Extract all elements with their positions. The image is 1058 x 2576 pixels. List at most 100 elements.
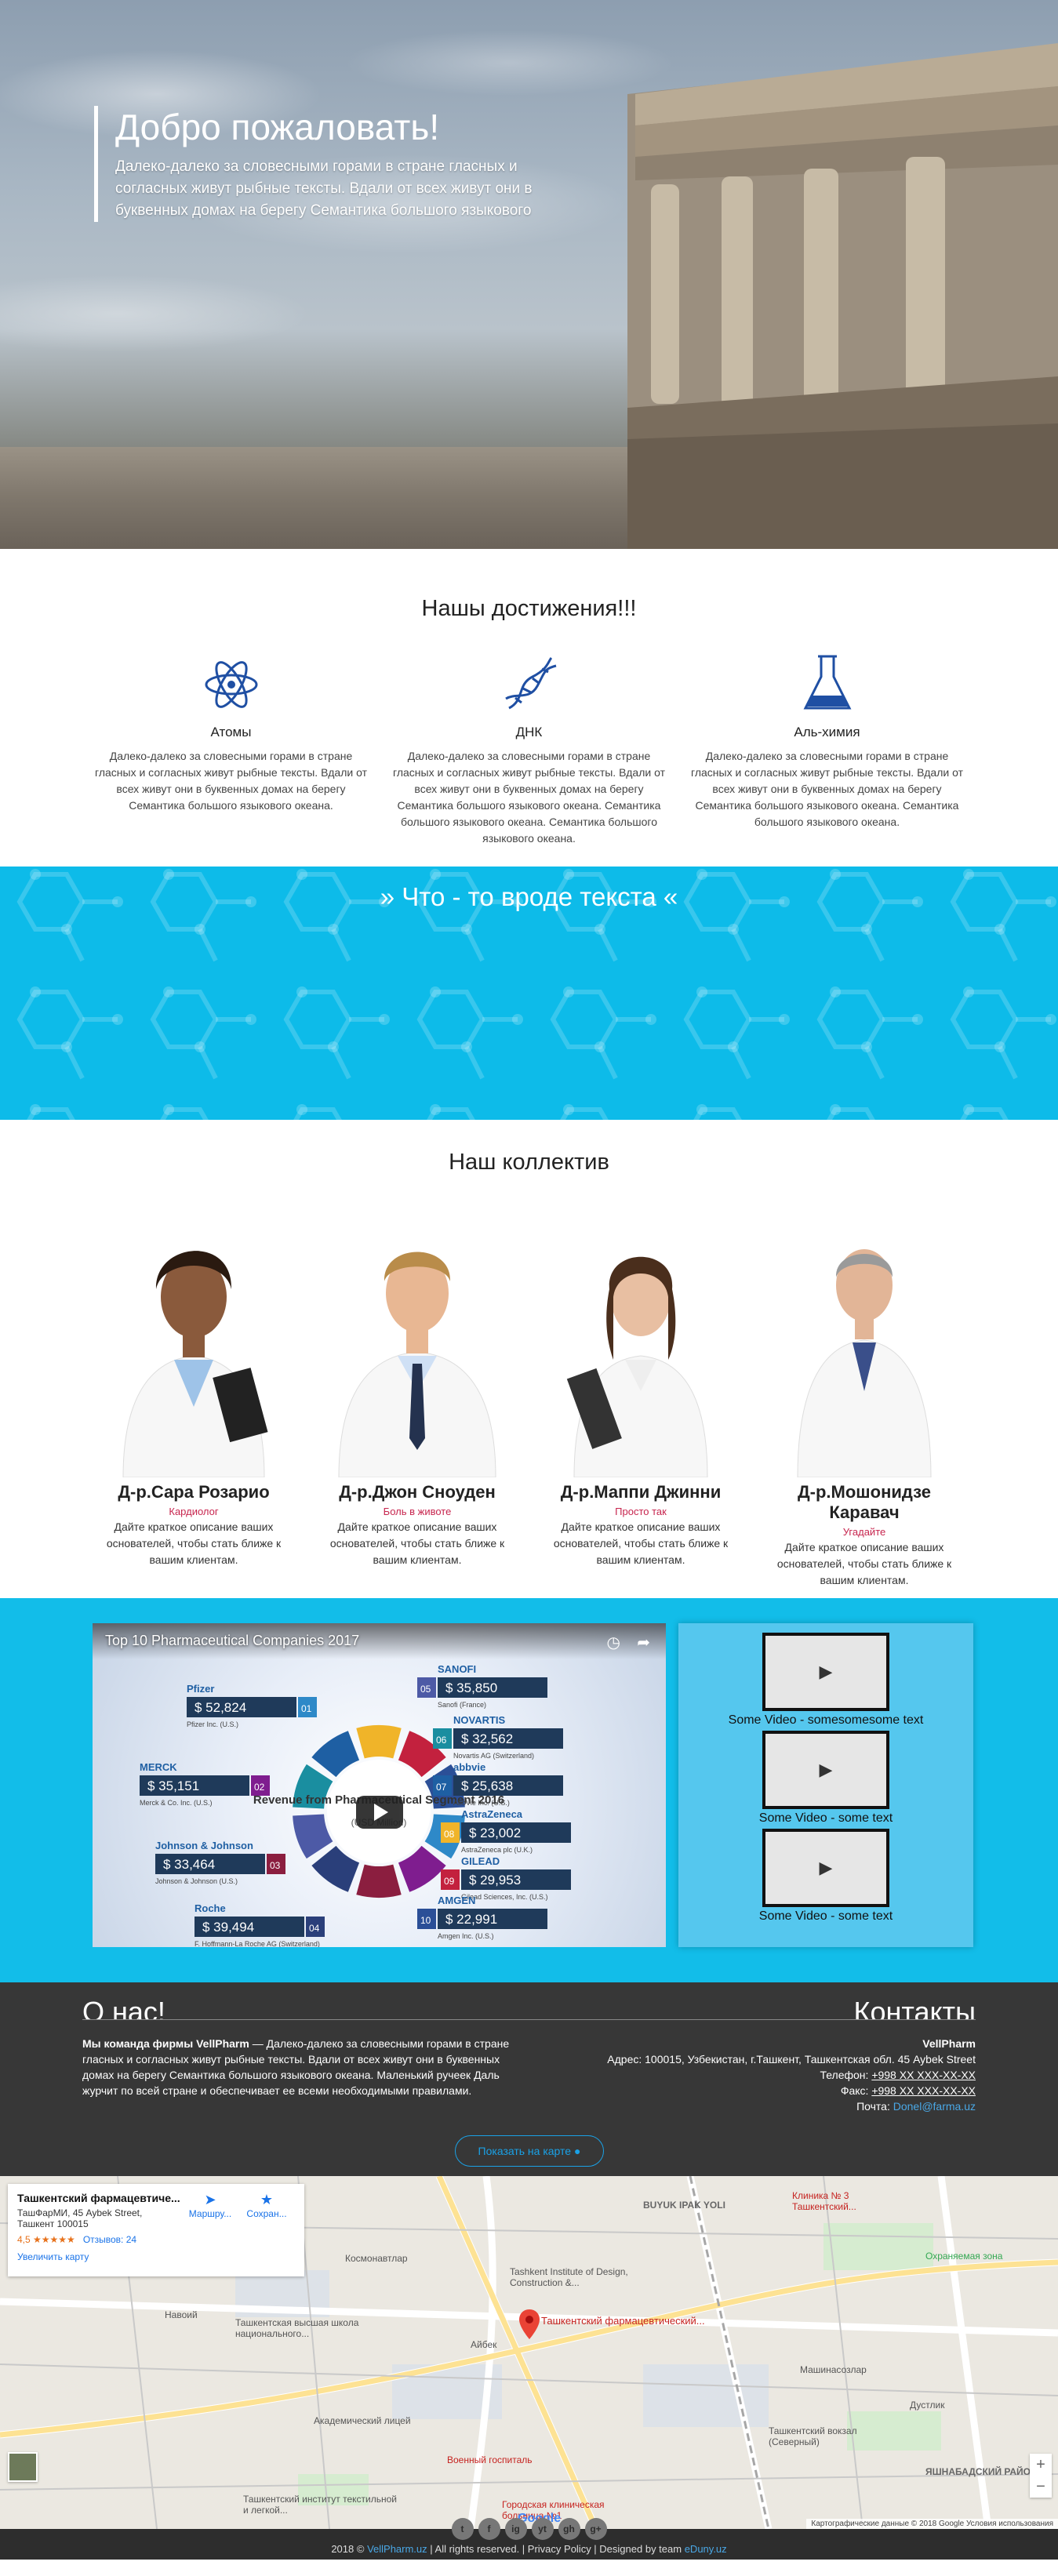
social-links: t f ig yt gh g+ — [0, 2518, 1058, 2540]
watch-later-icon[interactable]: ◷ — [607, 1633, 620, 1652]
route-button[interactable]: ➤ Маршру... — [187, 2192, 234, 2219]
map-label: Ташкентский институт текстильной и легко… — [243, 2494, 397, 2516]
company-brand: NOVARTIS — [453, 1714, 506, 1726]
map-label: BUYUK IPAK YOLI — [643, 2200, 725, 2211]
company-name: Novartis AG (Switzerland) — [453, 1752, 534, 1760]
member-photo — [318, 1191, 518, 1477]
enlarge-map-link[interactable]: Увеличить карту — [17, 2251, 295, 2262]
company-value: $ 35,151 — [147, 1778, 199, 1793]
company-brand: Pfizer — [187, 1683, 214, 1695]
team-link[interactable]: eDuny.uz — [685, 2543, 727, 2555]
video-thumbnail[interactable]: ▶︎ — [762, 1731, 889, 1809]
company-brand: Roche — [195, 1902, 226, 1914]
map-label: Клиника № 3 Ташкентский... — [792, 2190, 856, 2212]
twitter-icon[interactable]: t — [451, 2518, 474, 2540]
member-role: Просто так — [615, 1506, 667, 1517]
map-label: Айбек — [471, 2339, 497, 2350]
video-caption[interactable]: Some Video - some text — [759, 1909, 893, 1924]
company-brand: MERCK — [140, 1761, 177, 1773]
map-pin-icon[interactable] — [519, 2309, 540, 2339]
contacts-block: VellPharm Адрес: 100015, Узбекистан, г.Т… — [568, 2036, 976, 2114]
video-thumbnail[interactable]: ▶︎ — [762, 1829, 889, 1907]
map-label: Машинасозлар — [800, 2364, 867, 2375]
company-brand: AMGEN — [438, 1895, 475, 1906]
temple-image — [627, 43, 1058, 549]
member-photo — [765, 1191, 965, 1477]
fax-label: Факс: — [840, 2084, 872, 2097]
flask-icon — [689, 653, 965, 718]
achievements-title: Нашы достижения!!! — [421, 596, 637, 621]
youtube-icon[interactable]: yt — [531, 2518, 554, 2540]
save-place-button[interactable]: ★ Сохран... — [243, 2192, 290, 2219]
video-caption[interactable]: Some Video - somesomesome text — [729, 1713, 924, 1728]
facebook-icon[interactable]: f — [478, 2518, 500, 2540]
footer: t f ig yt gh g+ 2018 © VellPharm.uz | Al… — [0, 2518, 1058, 2560]
about-heading: О нас! — [82, 1996, 165, 2020]
play-icon: ▶︎ — [819, 1662, 833, 1681]
team-section: Наш коллектив Д-р.Сара Розарио Кардиолог… — [0, 1120, 1058, 1598]
directions-icon: ➤ — [204, 2192, 216, 2207]
main-video-player[interactable]: Revenue from Pharmaceutical Segment 2016… — [93, 1623, 666, 1947]
map-pin-label[interactable]: Ташкентский фармацевтический... — [541, 2315, 705, 2327]
show-on-map-button[interactable]: Показать на карте ● — [455, 2135, 604, 2167]
zoom-out-icon[interactable]: − — [1030, 2476, 1052, 2498]
achievement-title: Атомы — [210, 725, 252, 739]
company-rank: 01 — [301, 1703, 312, 1714]
google-plus-icon[interactable]: g+ — [584, 2518, 607, 2540]
google-map[interactable]: Космонавтлар Tashkent Institute of Desig… — [0, 2176, 1058, 2529]
site-link[interactable]: VellPharm.uz — [367, 2543, 427, 2555]
phone-link[interactable]: +998 XX XXX-XX-XX — [871, 2069, 976, 2081]
save-label: Сохран... — [246, 2208, 287, 2219]
company-rank: 07 — [436, 1782, 447, 1793]
dna-icon — [391, 653, 667, 718]
zoom-in-icon[interactable]: + — [1030, 2454, 1052, 2476]
zoom-control[interactable]: + − — [1030, 2454, 1052, 2498]
hero-text: Далеко-далеко за словесными горами в стр… — [115, 158, 533, 219]
mail-link[interactable]: Donel@farma.uz — [893, 2100, 976, 2113]
video-thumbnail[interactable]: ▶︎ — [762, 1633, 889, 1711]
company-name: AstraZeneca plc (U.K.) — [461, 1846, 533, 1854]
member-photo — [94, 1191, 294, 1477]
company-name: Sanofi (France) — [438, 1701, 486, 1709]
member-name: Д-р.Джон Сноуден — [339, 1482, 496, 1502]
achievement-text: Далеко-далеко за словесными горами в стр… — [95, 750, 367, 812]
route-label: Маршру... — [188, 2208, 232, 2219]
satellite-toggle[interactable] — [8, 2452, 38, 2482]
contacts-heading: Контакты — [853, 1996, 976, 2020]
company-value: $ 52,824 — [195, 1700, 246, 1715]
play-icon: ▶︎ — [819, 1858, 833, 1877]
company-value: $ 23,002 — [469, 1826, 521, 1840]
video-caption[interactable]: Some Video - some text — [759, 1811, 893, 1826]
member-name: Д-р.Сара Розарио — [118, 1482, 270, 1502]
member-role: Угадайте — [842, 1526, 886, 1538]
video-title[interactable]: Top 10 Pharmaceutical Companies 2017 — [105, 1633, 359, 1649]
infographic: Revenue from Pharmaceutical Segment 2016… — [140, 1663, 571, 1947]
github-icon[interactable]: gh — [558, 2518, 580, 2540]
hero-section: Добро пожаловать! Далеко-далеко за слове… — [0, 0, 1058, 549]
achievement-title: ДНК — [515, 725, 543, 739]
member-name: Д-р.Маппи Джинни — [560, 1482, 722, 1502]
team-member: Д-р.Мошонидзе Каравач Угадайте Дайте кра… — [765, 1191, 965, 1589]
member-role: Боль в животе — [383, 1506, 452, 1517]
member-name: Д-р.Мошонидзе Каравач — [797, 1482, 932, 1522]
video-section: Revenue from Pharmaceutical Segment 2016… — [0, 1598, 1058, 1982]
fax-link[interactable]: +998 XX XXX-XX-XX — [871, 2084, 976, 2097]
team-member: Д-р.Маппи Джинни Просто так Дайте кратко… — [541, 1191, 741, 1589]
company-brand: SANOFI — [438, 1663, 476, 1675]
map-label: Охраняемая зона — [925, 2251, 1003, 2262]
play-button[interactable] — [356, 1796, 403, 1829]
star-icon: ★ — [260, 2192, 274, 2207]
share-icon[interactable]: ➦ — [637, 1633, 650, 1652]
place-reviews-link[interactable]: Отзывов: 24 — [83, 2234, 136, 2245]
member-photo — [541, 1191, 741, 1477]
footer-middle: | All rights reserved. | Privacy Policy … — [427, 2543, 685, 2555]
company-value: $ 29,953 — [469, 1873, 521, 1887]
map-label: Академический лицей — [314, 2415, 411, 2426]
contact-company: VellPharm — [922, 2037, 976, 2050]
footer-text: 2018 © VellPharm.uz | All rights reserve… — [0, 2543, 1058, 2555]
atom-icon — [93, 653, 369, 718]
instagram-icon[interactable]: ig — [504, 2518, 527, 2540]
hero-content: Добро пожаловать! Далеко-далеко за слове… — [94, 106, 588, 222]
map-label: Навоий — [165, 2309, 198, 2320]
achievement-text: Далеко-далеко за словесными горами в стр… — [393, 750, 665, 845]
